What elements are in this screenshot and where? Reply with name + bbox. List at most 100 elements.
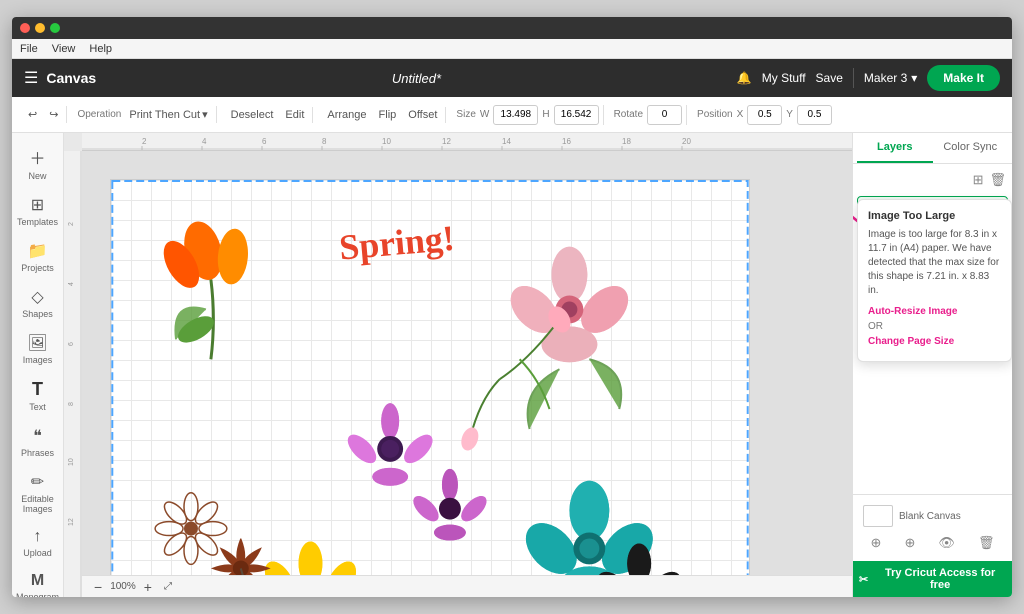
tab-color-sync[interactable]: Color Sync (933, 133, 1009, 163)
rotate-label: Rotate (614, 109, 643, 120)
sidebar-shapes-label: Shapes (22, 309, 53, 319)
bottom-bar: − 100% + ⤢ (82, 575, 852, 597)
try-cricut-bar[interactable]: ✂ Try Cricut Access for free (853, 561, 1012, 597)
size-label: Size (456, 109, 475, 120)
fullscreen-icon[interactable]: ⤢ (164, 581, 172, 592)
error-body: Image is too large for 8.3 in x 11.7 in … (868, 228, 1001, 298)
error-or-text: OR (868, 321, 1001, 332)
hamburger-icon[interactable]: ☰ (24, 68, 38, 88)
undo-button[interactable]: ↩ (24, 106, 41, 123)
upload-icon: ↑ (34, 528, 42, 546)
phrases-icon: ❝ (33, 426, 42, 446)
layer-actions: ⊞ 🗑 (857, 168, 1008, 192)
menu-help[interactable]: Help (89, 43, 112, 55)
rotate-input[interactable] (647, 105, 682, 125)
svg-text:12: 12 (442, 137, 451, 146)
header-divider (853, 68, 854, 88)
templates-icon: ⊞ (31, 195, 44, 215)
svg-text:6: 6 (262, 137, 267, 146)
sidebar-new-label: New (28, 171, 46, 181)
svg-text:2: 2 (68, 222, 75, 226)
sidebar-phrases-label: Phrases (21, 448, 54, 458)
offset-button[interactable]: Offset (404, 107, 441, 123)
layer-delete-button[interactable]: 🗑 (989, 172, 1006, 188)
position-label: Position (697, 109, 733, 120)
panel-trash-button[interactable]: 🗑 (978, 535, 995, 551)
position-x-input[interactable] (747, 105, 782, 125)
auto-resize-link[interactable]: Auto-Resize Image (868, 306, 1001, 317)
error-title: Image Too Large (868, 210, 1001, 222)
svg-text:10: 10 (382, 137, 391, 146)
make-it-button[interactable]: Make It (927, 65, 1000, 91)
operation-selector[interactable]: Print Then Cut ▾ (125, 106, 211, 123)
maker-label: Maker 3 (864, 71, 907, 85)
menu-file[interactable]: File (20, 43, 38, 55)
try-cricut-label: Try Cricut Access for free (874, 567, 1006, 591)
size-height-input[interactable] (554, 105, 599, 125)
maker-selector[interactable]: Maker 3 ▾ (864, 71, 917, 85)
zoom-in-button[interactable]: + (140, 577, 156, 597)
svg-text:8: 8 (68, 402, 75, 406)
w-label: W (480, 109, 489, 120)
sidebar-item-new[interactable]: ＋ New (15, 139, 61, 187)
close-button[interactable] (20, 23, 30, 33)
position-y-input[interactable] (797, 105, 832, 125)
operation-value: Print Then Cut (129, 109, 200, 121)
menu-bar: File View Help (12, 39, 1012, 59)
size-width-input[interactable] (493, 105, 538, 125)
sidebar-item-templates[interactable]: ⊞ Templates (15, 189, 61, 233)
svg-text:18: 18 (622, 137, 631, 146)
minimize-button[interactable] (35, 23, 45, 33)
ruler-h-svg: 2 4 6 8 10 12 14 16 18 20 (82, 133, 852, 150)
panel-copy-button[interactable]: ⊕ (871, 535, 882, 551)
deselect-button[interactable]: Deselect (227, 107, 278, 123)
sidebar-item-phrases[interactable]: ❝ Phrases (15, 420, 61, 464)
tab-layers[interactable]: Layers (857, 133, 933, 163)
bell-icon[interactable]: 🔔 (737, 71, 752, 85)
shapes-icon: ◇ (31, 287, 43, 307)
panel-duplicate-button[interactable]: ⊕ (904, 535, 915, 551)
h-label: H (542, 109, 549, 120)
svg-text:6: 6 (68, 342, 75, 346)
svg-text:Spring!: Spring! (338, 218, 457, 268)
sidebar-item-upload[interactable]: ↑ Upload (15, 522, 61, 564)
sidebar-item-monogram[interactable]: M Monogram (15, 566, 61, 597)
svg-text:4: 4 (68, 282, 75, 286)
document-title: Untitled* (392, 71, 441, 86)
sidebar-images-label: Images (23, 355, 53, 365)
y-label: Y (786, 109, 793, 120)
panel-eye-button[interactable]: 👁 (938, 535, 955, 551)
sidebar-item-editable[interactable]: ✏ Editable Images (15, 466, 61, 520)
sidebar-item-text[interactable]: T Text (15, 373, 61, 418)
ruler-v-svg: 2 4 6 8 10 12 (64, 151, 82, 597)
edit-button[interactable]: Edit (281, 107, 308, 123)
canvas-background: Spring! (82, 151, 852, 597)
svg-text:4: 4 (202, 137, 207, 146)
svg-text:14: 14 (502, 137, 511, 146)
sidebar-item-projects[interactable]: 📁 Projects (15, 235, 61, 279)
new-icon: ＋ (29, 145, 45, 169)
sidebar-item-shapes[interactable]: ◇ Shapes (15, 281, 61, 325)
svg-text:2: 2 (142, 137, 147, 146)
layer-group-button[interactable]: ⊞ (973, 172, 984, 188)
flip-button[interactable]: Flip (375, 107, 401, 123)
change-page-link[interactable]: Change Page Size (868, 336, 1001, 347)
canvas-area[interactable]: 2 4 6 8 10 12 14 16 18 20 (64, 133, 852, 597)
canvas-content-svg: Spring! (111, 180, 749, 597)
left-sidebar: ＋ New ⊞ Templates 📁 Projects ◇ Shapes 🖼 … (12, 133, 64, 597)
save-button[interactable]: Save (816, 71, 843, 85)
sidebar-monogram-label: Monogram (16, 592, 59, 597)
text-icon: T (32, 379, 43, 400)
cricut-icon: ✂ (859, 573, 868, 586)
my-stuff-button[interactable]: My Stuff (762, 71, 806, 85)
arrange-button[interactable]: Arrange (323, 107, 370, 123)
sidebar-item-images[interactable]: 🖼 Images (15, 327, 61, 371)
x-label: X (737, 109, 744, 120)
zoom-out-button[interactable]: − (90, 577, 106, 597)
redo-button[interactable]: ↪ (45, 106, 62, 123)
svg-text:8: 8 (322, 137, 327, 146)
menu-view[interactable]: View (52, 43, 76, 55)
canvas-white[interactable]: Spring! (110, 179, 750, 597)
header-bar: ☰ Canvas Untitled* 🔔 My Stuff Save Maker… (12, 59, 1012, 97)
maximize-button[interactable] (50, 23, 60, 33)
